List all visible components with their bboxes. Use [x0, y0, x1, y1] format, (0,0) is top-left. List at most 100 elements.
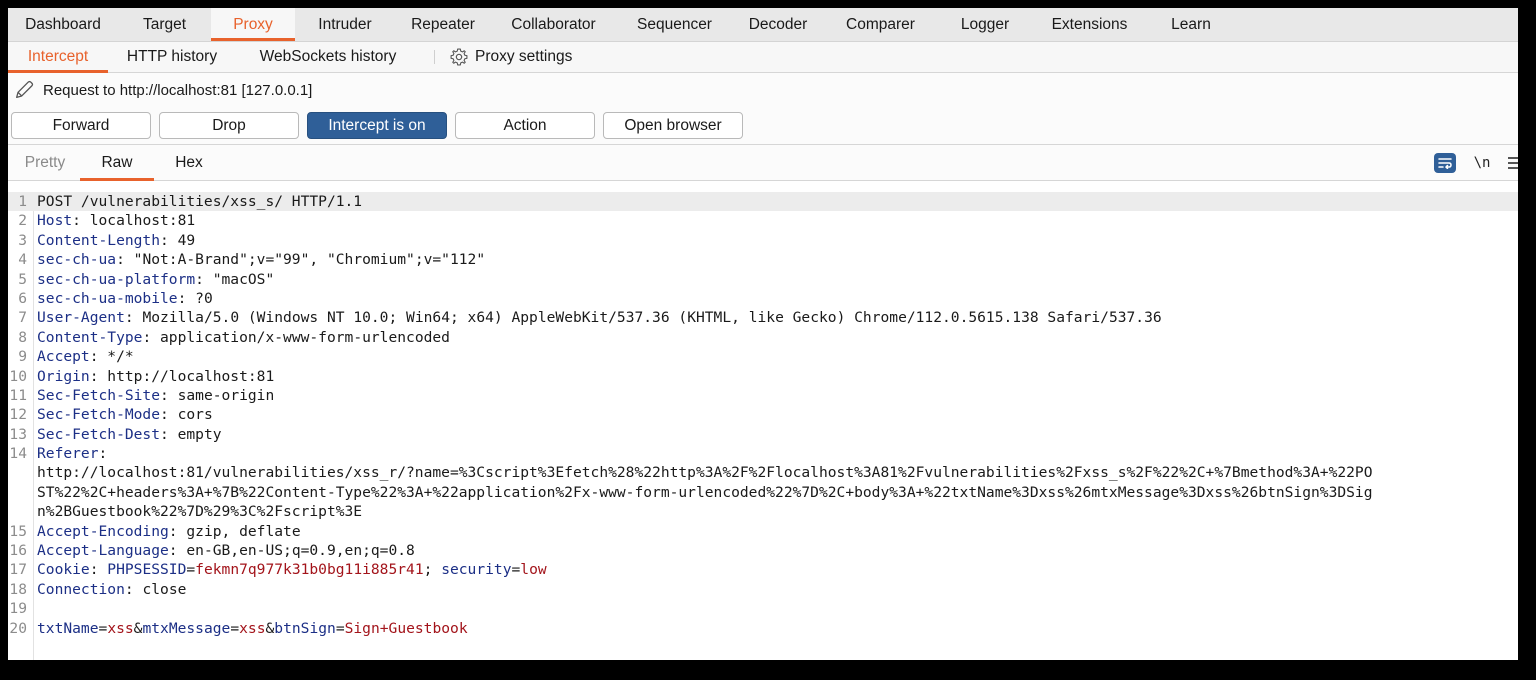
line-content: Accept-Language: en-GB,en-US;q=0.9,en;q=… [33, 541, 415, 560]
header-value: en-GB,en-US;q=0.9,en;q=0.8 [177, 542, 415, 560]
tab-sequencer[interactable]: Sequencer [616, 8, 733, 41]
line-number: 10 [9, 367, 27, 385]
request-line: 15 Accept-Encoding: gzip, deflate [8, 522, 1518, 541]
line-content: User-Agent: Mozilla/5.0 (Windows NT 10.0… [33, 308, 1162, 327]
header-value: 49 [168, 231, 196, 249]
request-line: 11 Sec-Fetch-Site: same-origin [8, 386, 1518, 405]
line-content: txtName=xss&mtxMessage=xss&btnSign=Sign+… [33, 619, 468, 638]
body-param-name: btnSign [274, 619, 336, 637]
editor-tab-pretty[interactable]: Pretty [10, 145, 80, 180]
word-wrap-icon[interactable] [1434, 153, 1456, 173]
line-content: Origin: http://localhost:81 [33, 367, 274, 386]
burp-window: Dashboard Target Proxy Intruder Repeater Coll… [8, 8, 1518, 660]
syntax-punctuation: : [89, 561, 108, 579]
drop-button[interactable]: Drop [159, 112, 299, 139]
cookie-name: PHPSESSID [107, 561, 187, 579]
editor-tab-hex[interactable]: Hex [154, 145, 224, 180]
header-value-continuation: ST%22%2C+headers%3A+%7B%22Content-Type%2… [37, 483, 1373, 501]
tab-repeater[interactable]: Repeater [395, 8, 491, 41]
syntax-punctuation: : [72, 212, 81, 230]
syntax-punctuation: : [142, 328, 152, 346]
header-value: localhost:81 [80, 212, 196, 230]
request-line: 7 User-Agent: Mozilla/5.0 (Windows NT 10.… [8, 308, 1518, 327]
syntax-punctuation: ; [423, 561, 442, 579]
body-param-value: xss [107, 619, 134, 637]
tab-proxy[interactable]: Proxy [211, 8, 295, 41]
header-value: application/x-www-form-urlencoded [151, 328, 450, 346]
header-value: "macOS" [203, 270, 275, 288]
hamburger-menu-icon[interactable] [1508, 157, 1518, 169]
syntax-punctuation: : [124, 309, 134, 327]
line-number: 16 [9, 542, 27, 560]
open-browser-button[interactable]: Open browser [603, 112, 743, 139]
line-number: 7 [18, 309, 27, 327]
line-content: Sec-Fetch-Dest: empty [33, 425, 222, 444]
syntax-punctuation: : [89, 348, 99, 366]
body-param-value: Sign+Guestbook [344, 619, 468, 637]
tab-learn[interactable]: Learn [1147, 8, 1235, 41]
tab-dashboard[interactable]: Dashboard [8, 8, 118, 41]
header-name: Content-Length [37, 231, 161, 249]
body-param-name: mtxMessage [142, 619, 231, 637]
header-value: ?0 [186, 289, 213, 307]
line-number: 14 [9, 445, 27, 463]
editor-tab-raw[interactable]: Raw [80, 145, 154, 181]
subtab-intercept[interactable]: Intercept [8, 42, 108, 73]
syntax-punctuation: : [160, 386, 169, 404]
request-target-label: Request to http://localhost:81 [127.0.0.… [43, 81, 313, 99]
intercept-actions: Forward Drop Intercept is on Action Open… [8, 107, 1518, 145]
body-param-name: txtName [37, 619, 99, 637]
tab-intruder[interactable]: Intruder [295, 8, 395, 41]
header-value: same-origin [168, 386, 275, 404]
action-button[interactable]: Action [455, 112, 595, 139]
request-line: 6 sec-ch-ua-mobile: ?0 [8, 289, 1518, 308]
header-name: Host [37, 212, 73, 230]
syntax-punctuation: = [230, 619, 240, 637]
header-name: Sec-Fetch-Dest [37, 425, 161, 443]
line-number: 12 [9, 406, 27, 424]
tab-target[interactable]: Target [118, 8, 211, 41]
request-line: 1 POST /vulnerabilities/xss_s/ HTTP/1.1 [8, 192, 1518, 212]
pencil-icon [16, 80, 34, 98]
syntax-punctuation: = [186, 561, 196, 579]
subtab-websockets-history[interactable]: WebSockets history [236, 42, 420, 72]
header-name: sec-ch-ua-mobile [37, 289, 178, 307]
header-value: "Not:A-Brand";v="99", "Chromium";v="112" [124, 251, 486, 269]
line-content: Accept: */* [33, 347, 134, 366]
header-value-continuation: http://localhost:81/vulnerabilities/xss_… [37, 464, 1373, 482]
cookie-value: low [520, 561, 547, 579]
line-content: sec-ch-ua: "Not:A-Brand";v="99", "Chromi… [33, 250, 485, 269]
tab-logger[interactable]: Logger [938, 8, 1032, 41]
line-content: http://localhost:81/vulnerabilities/xss_… [33, 463, 1373, 482]
cookie-name: security [441, 561, 512, 579]
line-content: Referer: [33, 444, 107, 463]
request-line: 5 sec-ch-ua-platform: "macOS" [8, 270, 1518, 289]
request-line: 12 Sec-Fetch-Mode: cors [8, 405, 1518, 424]
message-editor-tabs: Pretty Raw Hex \n [8, 145, 1518, 181]
show-newlines-button[interactable]: \n [1470, 155, 1494, 171]
header-name: Sec-Fetch-Site [37, 386, 161, 404]
line-number: 13 [9, 425, 27, 443]
editor-toolbar: \n [1434, 145, 1518, 181]
line-number: 18 [9, 580, 27, 598]
header-name: Accept-Encoding [37, 522, 169, 540]
tab-extensions[interactable]: Extensions [1032, 8, 1147, 41]
request-line: 3 Content-Length: 49 [8, 231, 1518, 250]
header-name: Content-Type [37, 328, 143, 346]
syntax-punctuation: = [335, 619, 345, 637]
header-name: Origin [37, 367, 90, 385]
tab-decoder[interactable]: Decoder [733, 8, 823, 41]
line-number: 20 [9, 619, 27, 637]
line-content [33, 599, 37, 618]
header-name: Cookie [37, 561, 90, 579]
line-content: POST /vulnerabilities/xss_s/ HTTP/1.1 [33, 192, 362, 211]
intercept-toggle-button[interactable]: Intercept is on [307, 112, 447, 139]
subtab-http-history[interactable]: HTTP history [108, 42, 236, 72]
forward-button[interactable]: Forward [11, 112, 151, 139]
tab-collaborator[interactable]: Collaborator [491, 8, 616, 41]
raw-request-editor[interactable]: 1 POST /vulnerabilities/xss_s/ HTTP/1.1 2 H… [8, 192, 1518, 660]
proxy-sub-tab-bar: Intercept HTTP history WebSockets history P… [8, 42, 1518, 73]
request-line: 19 [8, 599, 1518, 618]
tab-comparer[interactable]: Comparer [823, 8, 938, 41]
proxy-settings-button[interactable]: Proxy settings [449, 42, 572, 72]
